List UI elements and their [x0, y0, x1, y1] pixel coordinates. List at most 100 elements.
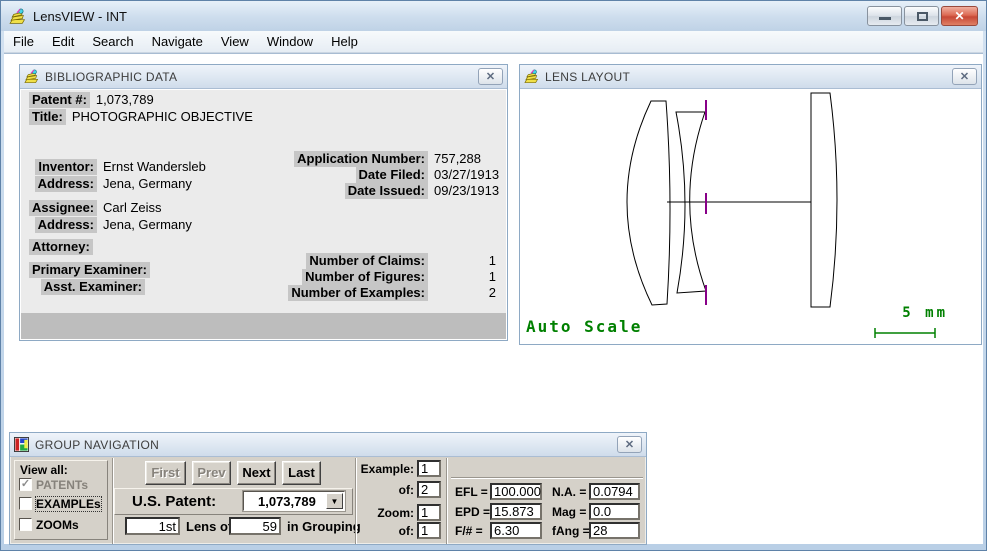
menu-help[interactable]: Help: [322, 32, 367, 51]
biblio-titlebar[interactable]: BIBLIOGRAPHIC DATA ✕: [20, 65, 507, 89]
na-field[interactable]: 0.0794: [589, 483, 640, 500]
us-patent-bar: U.S. Patent: 1,073,789 ▼: [114, 488, 353, 515]
fnum-field[interactable]: 6.30: [490, 522, 542, 539]
lens-window-title: LENS LAYOUT: [545, 70, 952, 84]
lens-titlebar[interactable]: LENS LAYOUT ✕: [520, 65, 981, 89]
date-issued-value: 09/23/1913: [434, 183, 499, 198]
biblio-window-title: BIBLIOGRAPHIC DATA: [45, 70, 478, 84]
menu-bar: File Edit Search Navigate View Window He…: [4, 31, 983, 53]
groupnav-window-title: GROUP NAVIGATION: [35, 438, 617, 452]
auto-scale-label: Auto Scale: [526, 317, 642, 336]
epd-field[interactable]: 15.873: [490, 503, 542, 520]
close-icon: ✕: [954, 9, 964, 23]
efl-field[interactable]: 100.000: [490, 483, 542, 500]
zoom-total-field[interactable]: 1: [417, 522, 441, 539]
next-button[interactable]: Next: [237, 461, 276, 485]
close-icon: ✕: [625, 438, 634, 451]
patent-combobox[interactable]: 1,073,789 ▼: [243, 491, 345, 511]
lens-element-1: [627, 101, 670, 305]
mag-field[interactable]: 0.0: [589, 503, 640, 520]
efl-label: EFL =: [455, 485, 488, 499]
zoom-field[interactable]: 1: [417, 504, 441, 521]
menu-file[interactable]: File: [4, 32, 43, 51]
na-label: N.A. =: [552, 485, 586, 499]
claims-label: Number of Claims:: [306, 253, 428, 269]
scale-bar-label: 5 mm: [902, 305, 948, 321]
lens-position-field[interactable]: 1st: [125, 517, 180, 535]
mag-label: Mag =: [552, 505, 586, 519]
lensview-app-icon: [9, 8, 26, 25]
close-icon: ✕: [960, 70, 969, 83]
lens-close-button[interactable]: ✕: [952, 68, 977, 85]
application-number-value: 757,288: [434, 151, 481, 166]
patents-checkbox-label: PATENTs: [36, 478, 88, 492]
minimize-button[interactable]: [867, 6, 902, 26]
biblio-close-button[interactable]: ✕: [478, 68, 503, 85]
menu-window[interactable]: Window: [258, 32, 322, 51]
groupnav-titlebar[interactable]: GROUP NAVIGATION ✕: [10, 433, 646, 457]
date-filed-label: Date Filed:: [356, 167, 428, 183]
lens-count-field[interactable]: 59: [229, 517, 281, 535]
biblio-bottom-strip: [21, 313, 506, 339]
zooms-checkbox[interactable]: [19, 518, 32, 531]
example-total-field[interactable]: 2: [417, 481, 441, 498]
groupnav-content: View all: ✓ PATENTs EXAMPLEs ZOOMs First…: [11, 458, 645, 543]
figures-label: Number of Figures:: [302, 269, 428, 285]
lens-of-label: Lens of: [186, 519, 232, 534]
prev-button[interactable]: Prev: [192, 461, 231, 485]
attorney-label: Attorney:: [29, 239, 93, 255]
fang-field[interactable]: 28: [589, 522, 640, 539]
date-filed-value: 03/27/1913: [434, 167, 499, 182]
examples-label: Number of Examples:: [288, 285, 428, 301]
window-title: LensVIEW - INT: [33, 9, 867, 24]
lens-element-3: [811, 93, 837, 307]
lens-content: Auto Scale 5 mm: [521, 90, 980, 343]
menu-search[interactable]: Search: [83, 32, 142, 51]
in-grouping-label: in Grouping: [287, 519, 361, 534]
scale-bar: [875, 328, 935, 338]
first-button[interactable]: First: [145, 461, 186, 485]
zooms-checkbox-label: ZOOMs: [36, 518, 79, 532]
patent-combobox-value: 1,073,789: [244, 494, 326, 509]
primary-examiner-label: Primary Examiner:: [29, 262, 150, 278]
lensview-main-window: LensVIEW - INT ✕ File Edit Search Naviga…: [0, 0, 987, 551]
dropdown-arrow-icon[interactable]: ▼: [326, 493, 343, 509]
inventor-address-value: Jena, Germany: [103, 176, 192, 191]
groupnav-close-button[interactable]: ✕: [617, 436, 642, 453]
zoom-label: Zoom:: [351, 506, 414, 520]
menu-navigate[interactable]: Navigate: [143, 32, 212, 51]
claims-value: 1: [434, 253, 496, 268]
main-titlebar[interactable]: LensVIEW - INT ✕: [1, 1, 986, 31]
inventor-value: Ernst Wandersleb: [103, 159, 206, 174]
example-field[interactable]: 1: [417, 460, 441, 477]
inventor-label: Inventor:: [35, 159, 97, 175]
example-of-label: of:: [351, 483, 414, 497]
examples-value: 2: [434, 285, 496, 300]
menu-view[interactable]: View: [212, 32, 258, 51]
figures-value: 1: [434, 269, 496, 284]
inventor-address-label: Address:: [35, 176, 97, 192]
check-icon: ✓: [21, 478, 30, 490]
close-icon: ✕: [486, 70, 495, 83]
lensview-icon: [24, 69, 39, 84]
group-navigation-icon: [14, 437, 29, 452]
minimize-icon: [879, 17, 891, 20]
patents-checkbox[interactable]: ✓: [19, 478, 32, 491]
examples-checkbox[interactable]: [19, 497, 32, 510]
maximize-icon: [917, 12, 928, 21]
last-button[interactable]: Last: [282, 461, 321, 485]
menu-edit[interactable]: Edit: [43, 32, 83, 51]
fnum-label: F/# =: [455, 524, 483, 538]
separator: [451, 477, 643, 479]
assignee-address-label: Address:: [35, 217, 97, 233]
assignee-address-value: Jena, Germany: [103, 217, 192, 232]
assignee-label: Assignee:: [29, 200, 97, 216]
zoom-of-label: of:: [351, 524, 414, 538]
patent-number-value: 1,073,789: [96, 92, 154, 107]
us-patent-label: U.S. Patent:: [132, 493, 216, 510]
bibliographic-data-window: BIBLIOGRAPHIC DATA ✕ Patent #:1,073,789 …: [19, 64, 508, 341]
maximize-button[interactable]: [904, 6, 939, 26]
lensview-icon: [524, 69, 539, 84]
close-button[interactable]: ✕: [941, 6, 978, 26]
view-all-label: View all:: [20, 463, 68, 477]
